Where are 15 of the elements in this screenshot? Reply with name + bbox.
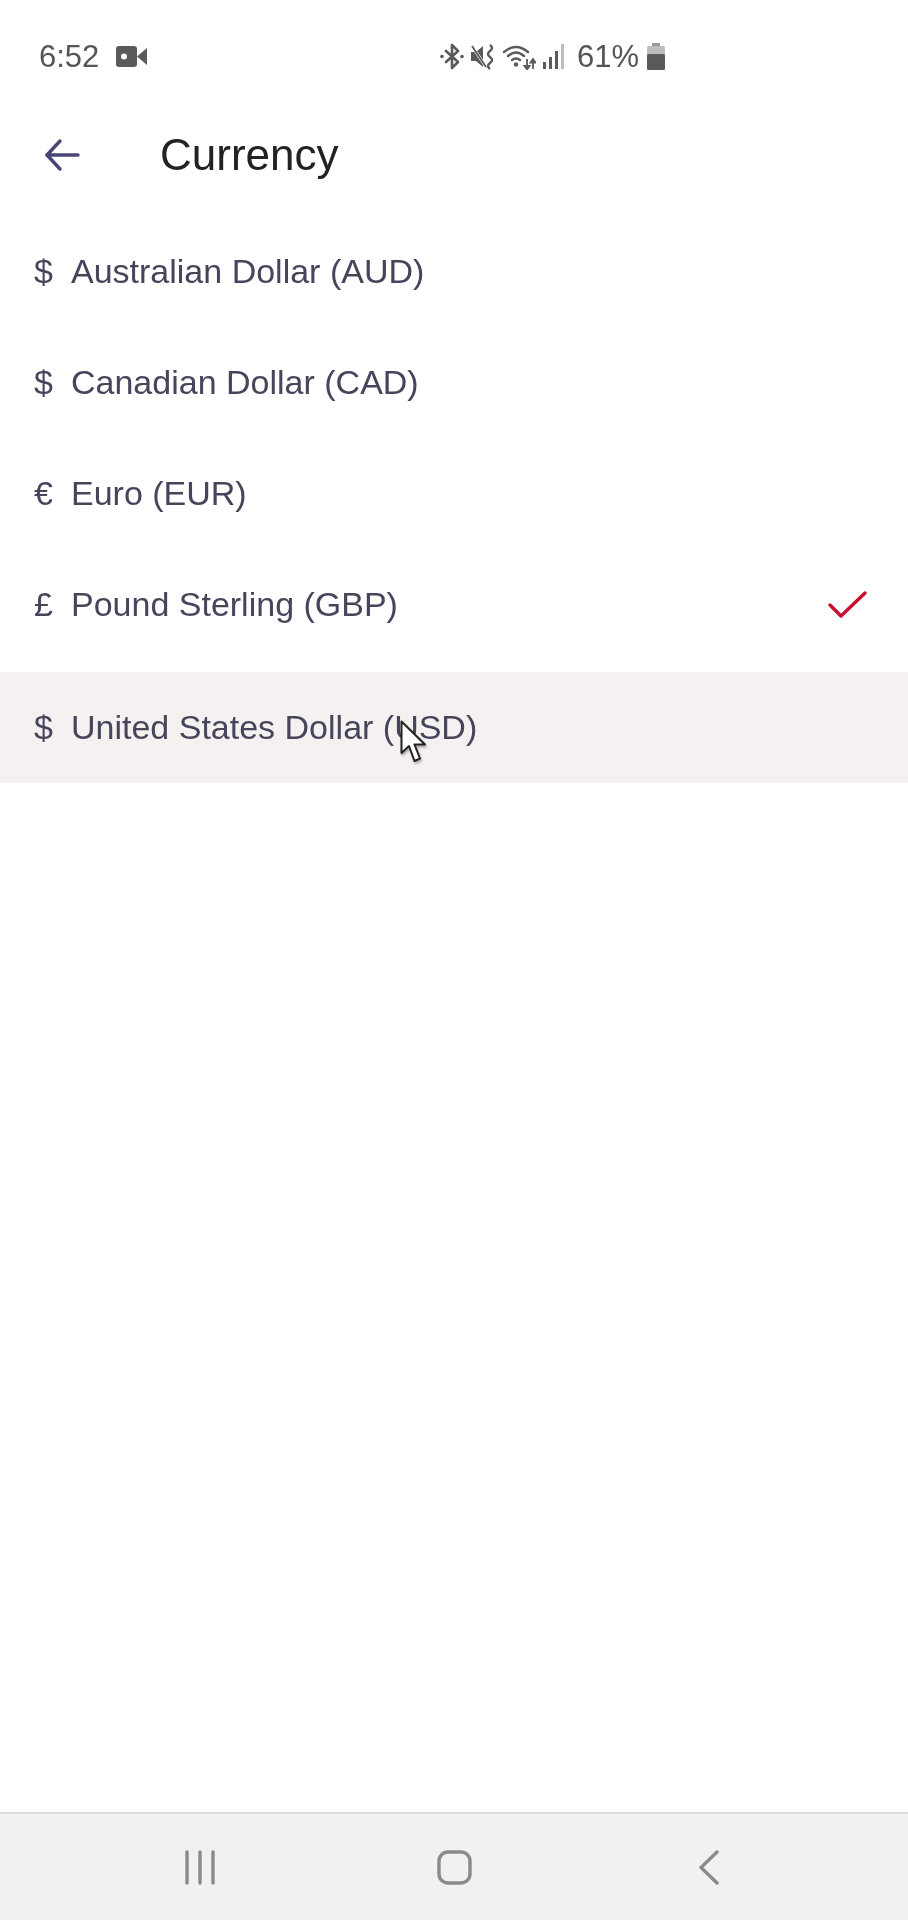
battery-icon bbox=[647, 42, 665, 70]
chevron-left-icon bbox=[698, 1849, 720, 1885]
bluetooth-icon bbox=[439, 42, 464, 70]
video-camera-icon bbox=[116, 44, 148, 68]
home-button[interactable] bbox=[437, 1849, 472, 1885]
clock-time: 6:52 bbox=[39, 40, 100, 72]
recent-apps-button[interactable] bbox=[184, 1849, 216, 1885]
recent-apps-icon bbox=[184, 1849, 216, 1885]
page-title: Currency bbox=[160, 130, 339, 180]
back-button[interactable] bbox=[44, 138, 80, 172]
speaker-muted-icon bbox=[469, 42, 496, 70]
battery-percentage: 61% bbox=[576, 40, 639, 72]
home-icon bbox=[437, 1849, 472, 1885]
back-nav-button[interactable] bbox=[698, 1849, 720, 1885]
signal-icon bbox=[541, 42, 565, 70]
